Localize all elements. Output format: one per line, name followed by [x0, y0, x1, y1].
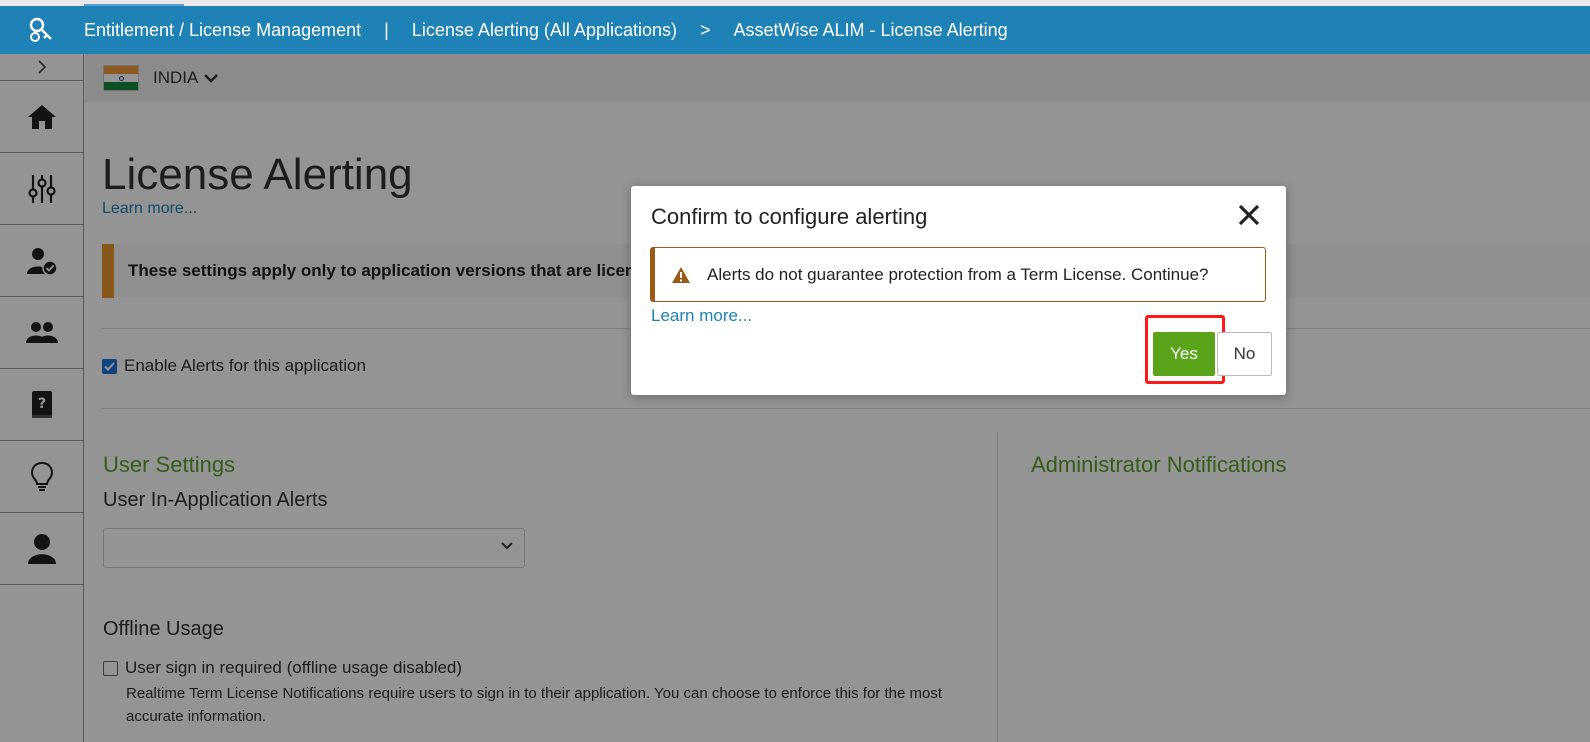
warning-icon [671, 266, 691, 284]
warning-alert: Alerts do not guarantee protection from … [650, 247, 1266, 302]
app-logo[interactable] [0, 6, 84, 54]
breadcrumb-license-alerting-all[interactable]: License Alerting (All Applications) [412, 20, 677, 41]
close-icon[interactable] [1236, 202, 1262, 228]
breadcrumb-separator: > [699, 19, 711, 40]
no-button[interactable]: No [1217, 332, 1272, 376]
dialog-title: Confirm to configure alerting [651, 204, 928, 229]
key-gear-icon [29, 17, 52, 42]
breadcrumb-entitlement[interactable]: Entitlement / License Management [84, 20, 361, 41]
yes-button[interactable]: Yes [1153, 332, 1215, 376]
breadcrumb-separator: | [384, 19, 389, 40]
confirm-dialog: Confirm to configure alerting Alerts do … [631, 186, 1286, 395]
header-bar: Entitlement / License Management | Licen… [0, 6, 1590, 54]
warning-text: Alerts do not guarantee protection from … [707, 264, 1209, 284]
breadcrumb-current: AssetWise ALIM - License Alerting [733, 19, 1008, 40]
dialog-learn-more-link[interactable]: Learn more... [651, 306, 752, 326]
modal-backdrop[interactable] [0, 54, 1590, 742]
